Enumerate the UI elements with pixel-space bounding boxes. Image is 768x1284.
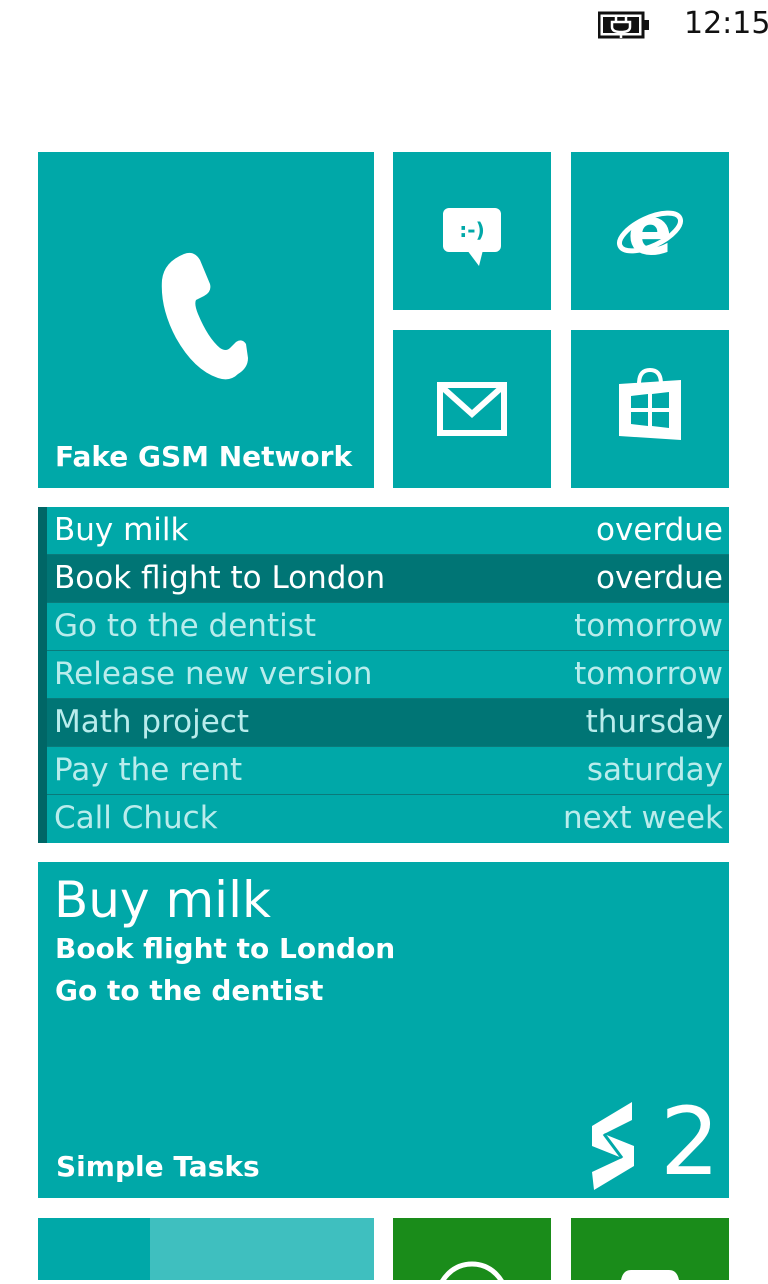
task-due: thursday bbox=[585, 704, 723, 740]
task-due: overdue bbox=[596, 560, 723, 596]
task-name: Book flight to London bbox=[54, 560, 386, 596]
phone-tile-label: Fake GSM Network bbox=[55, 440, 353, 473]
partial-tile[interactable] bbox=[150, 1218, 374, 1280]
partial-tile[interactable] bbox=[38, 1218, 150, 1280]
messaging-icon: :-) bbox=[443, 208, 501, 266]
battery-charging-icon bbox=[598, 11, 649, 39]
internet-explorer-tile[interactable]: e bbox=[571, 152, 729, 310]
task-row[interactable]: Buy milk overdue bbox=[47, 507, 729, 555]
task-row[interactable]: Book flight to London overdue bbox=[47, 555, 729, 603]
status-bar: 12:15 bbox=[0, 0, 768, 50]
task-name: Pay the rent bbox=[54, 752, 243, 788]
task-row[interactable]: Release new version tomorrow bbox=[47, 651, 729, 699]
phone-icon bbox=[161, 252, 248, 380]
task-due: tomorrow bbox=[574, 656, 723, 692]
task-row[interactable]: Go to the dentist tomorrow bbox=[47, 603, 729, 651]
task-row[interactable]: Call Chuck next week bbox=[47, 795, 729, 842]
task-name: Go to the dentist bbox=[54, 608, 317, 644]
task-row[interactable]: Math project thursday bbox=[47, 699, 729, 747]
task-name: Call Chuck bbox=[54, 800, 218, 836]
task-name: Release new version bbox=[54, 656, 373, 692]
task-due: overdue bbox=[596, 512, 723, 548]
store-icon bbox=[619, 368, 681, 440]
partial-green-tile[interactable] bbox=[393, 1218, 551, 1284]
mail-tile[interactable] bbox=[393, 330, 551, 488]
simple-tasks-title: Buy milk bbox=[54, 871, 271, 929]
partial-green-tile[interactable] bbox=[571, 1218, 729, 1280]
task-due: saturday bbox=[586, 752, 723, 788]
task-list-accent-bar bbox=[38, 507, 47, 843]
task-list-tile[interactable]: Buy milk overdue Book flight to London o… bbox=[38, 507, 729, 843]
simple-tasks-line: Go to the dentist bbox=[55, 974, 324, 1007]
clock: 12:15 bbox=[684, 6, 768, 41]
task-due: next week bbox=[563, 800, 723, 836]
controller-icon bbox=[621, 1270, 679, 1280]
messaging-tile[interactable]: :-) bbox=[393, 152, 551, 310]
simple-tasks-logo-icon bbox=[592, 1102, 634, 1190]
svg-text:e: e bbox=[628, 196, 673, 266]
task-name: Buy milk bbox=[54, 512, 189, 548]
task-name: Math project bbox=[54, 704, 249, 740]
mail-icon bbox=[437, 382, 507, 436]
internet-explorer-icon: e bbox=[617, 196, 683, 266]
task-row[interactable]: Pay the rent saturday bbox=[47, 747, 729, 795]
messaging-glyph: :-) bbox=[459, 218, 484, 242]
simple-tasks-label: Simple Tasks bbox=[56, 1150, 260, 1183]
store-tile[interactable] bbox=[571, 330, 729, 488]
task-due: tomorrow bbox=[574, 608, 723, 644]
simple-tasks-line: Book flight to London bbox=[55, 932, 396, 965]
circle-icon bbox=[438, 1261, 506, 1284]
simple-tasks-count: 2 bbox=[660, 1088, 720, 1197]
